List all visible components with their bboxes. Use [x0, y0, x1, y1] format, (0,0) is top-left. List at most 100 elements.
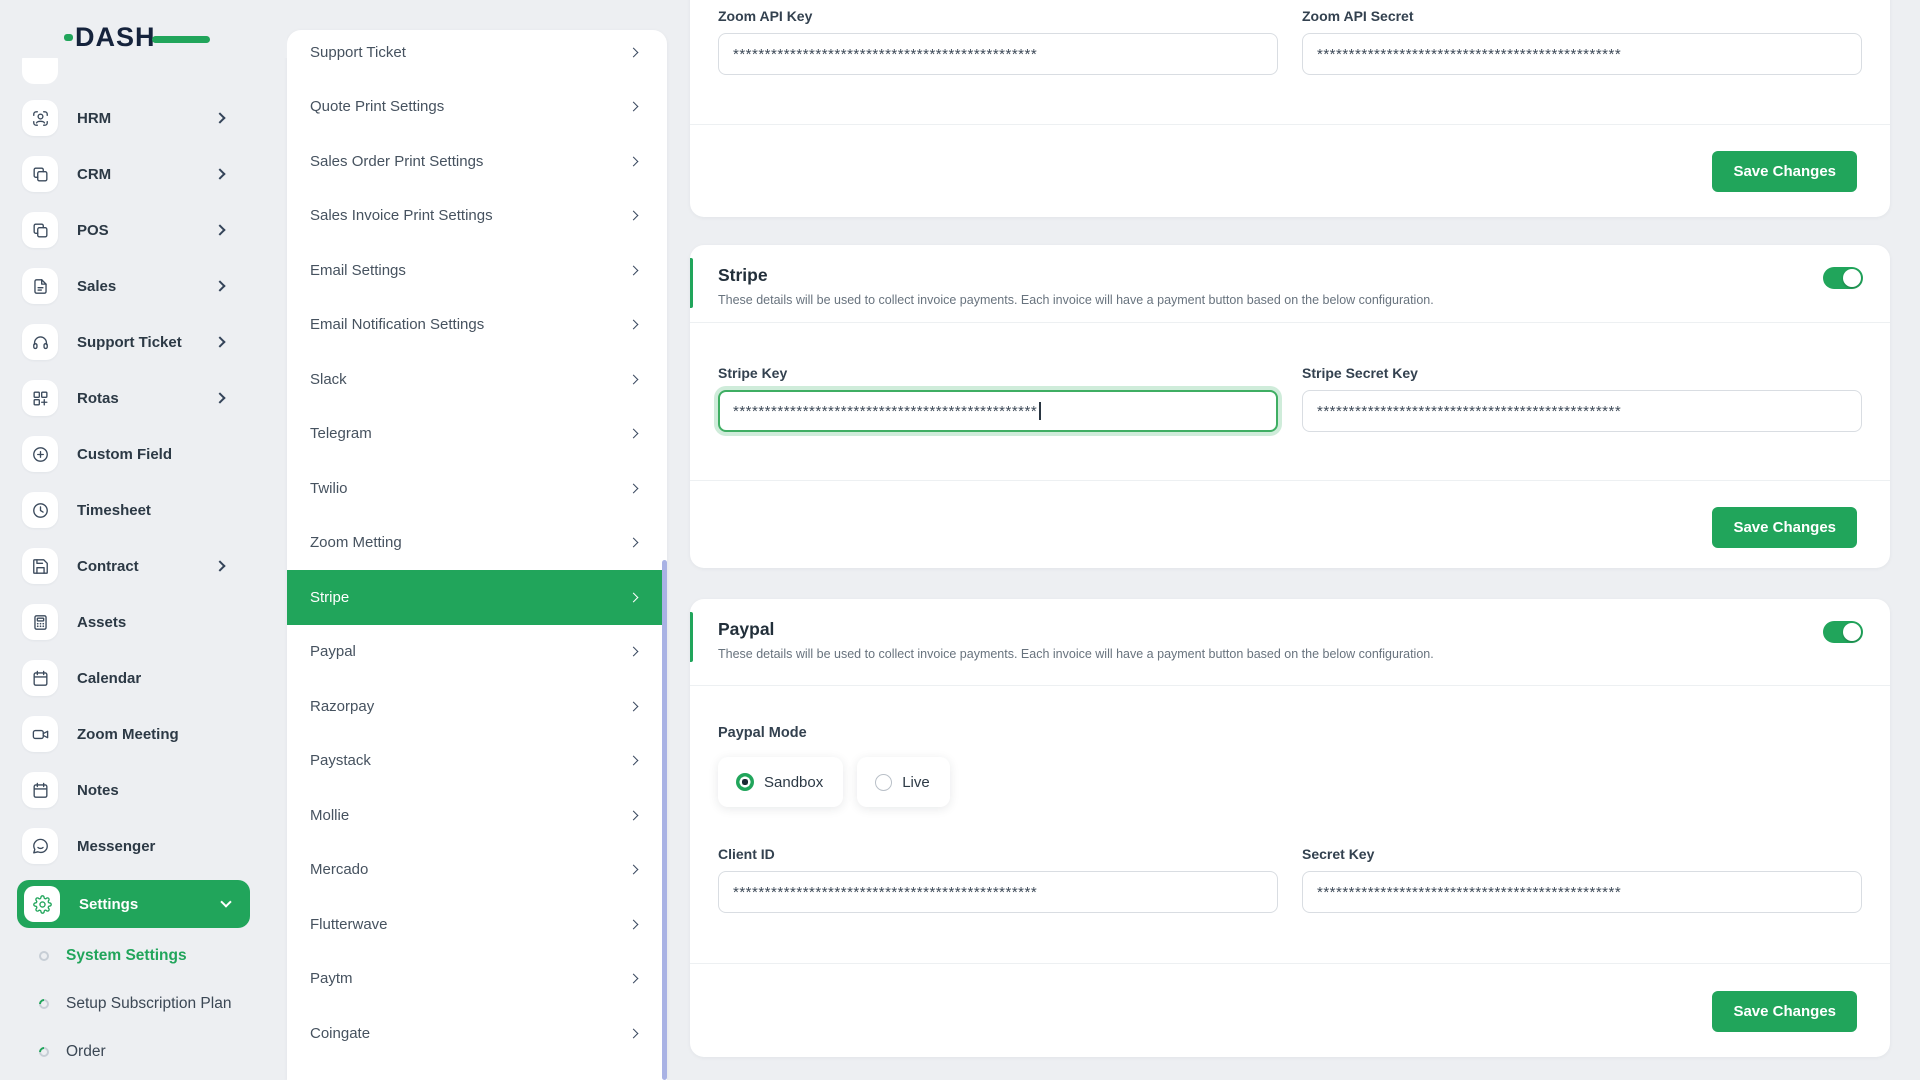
settings-menu-item-label: Sales Order Print Settings — [310, 152, 484, 170]
settings-menu-item[interactable]: Paypal — [287, 625, 667, 680]
masked-value: ****************************************… — [1317, 402, 1622, 420]
settings-menu-item[interactable]: Paytm — [287, 952, 667, 1007]
bullet-icon — [36, 1044, 52, 1060]
bullet-icon — [36, 996, 52, 1012]
zoom-api-key-input[interactable]: ****************************************… — [718, 33, 1278, 75]
settings-menu-item[interactable]: Paystack — [287, 734, 667, 789]
zoom-api-secret-label: Zoom API Secret — [1302, 8, 1414, 24]
settings-menu-item[interactable]: Coingate — [287, 1006, 667, 1061]
settings-menu-item[interactable]: Support Ticket — [287, 30, 667, 80]
settings-menu-item[interactable]: Mollie — [287, 788, 667, 843]
settings-menu-item[interactable]: Zoom Metting — [287, 516, 667, 571]
sidebar-subitem-label: System Settings — [66, 947, 187, 964]
sidebar-item[interactable]: CRM — [0, 146, 287, 202]
paypal-card-description: These details will be used to collect in… — [718, 647, 1434, 661]
client-id-input[interactable]: ****************************************… — [718, 871, 1278, 913]
menu-scrollbar-thumb[interactable] — [662, 560, 667, 1080]
chevron-right-icon — [628, 864, 639, 875]
settings-menu-item[interactable]: Email Settings — [287, 243, 667, 298]
save-changes-button[interactable]: Save Changes — [1712, 991, 1857, 1032]
save-changes-button[interactable]: Save Changes — [1712, 151, 1857, 192]
dash-logo[interactable]: DASH — [64, 22, 210, 52]
settings-menu-item[interactable]: Razorpay — [287, 679, 667, 734]
chevron-right-icon — [628, 210, 639, 221]
save-changes-button[interactable]: Save Changes — [1712, 507, 1857, 548]
sidebar-item[interactable]: Sales — [0, 258, 287, 314]
copy-icon — [22, 212, 58, 248]
settings-menu-item[interactable]: Telegram — [287, 407, 667, 462]
client-id-field-group: Client ID ******************************… — [718, 846, 1278, 913]
settings-menu-item-label: Email Settings — [310, 261, 406, 279]
paypal-mode-live-option[interactable]: Live — [857, 757, 950, 807]
sidebar-item-label: Notes — [77, 781, 119, 799]
sidebar-item[interactable]: Calendar — [0, 650, 287, 706]
settings-menu-item-label: Support Ticket — [310, 43, 406, 61]
settings-menu-item[interactable]: Twilio — [287, 461, 667, 516]
chevron-right-icon — [628, 701, 639, 712]
stripe-secret-key-input[interactable]: ****************************************… — [1302, 390, 1862, 432]
logo-text: DASH — [75, 22, 156, 52]
settings-menu-item[interactable]: Flutterwave — [287, 897, 667, 952]
sidebar-subitem[interactable]: Order — [0, 1028, 287, 1076]
chevron-right-icon — [628, 592, 639, 603]
header-accent-bar — [690, 612, 693, 662]
sidebar-subitem[interactable]: System Settings — [0, 932, 287, 980]
chevron-right-icon — [628, 646, 639, 657]
zoom-api-key-label: Zoom API Key — [718, 8, 813, 24]
settings-menu-item-label: Flutterwave — [310, 915, 388, 933]
sidebar-item[interactable]: Messenger — [0, 818, 287, 874]
settings-menu-item[interactable]: Slack — [287, 352, 667, 407]
sidebar-item[interactable]: HRM — [0, 90, 287, 146]
settings-menu-item[interactable]: Mercado — [287, 843, 667, 898]
stripe-secret-key-label: Stripe Secret Key — [1302, 365, 1418, 381]
stripe-enabled-toggle[interactable] — [1823, 267, 1863, 289]
settings-menu-item[interactable]: Email Notification Settings — [287, 298, 667, 353]
stripe-card-footer: Save Changes — [690, 480, 1890, 568]
secret-key-input[interactable]: ****************************************… — [1302, 871, 1862, 913]
paypal-fields-row: Client ID ******************************… — [718, 846, 1862, 913]
chevron-right-icon — [628, 319, 639, 330]
zoom-api-secret-input[interactable]: ****************************************… — [1302, 33, 1862, 75]
sidebar-item-settings[interactable]: Settings — [17, 880, 250, 928]
stripe-card-description: These details will be used to collect in… — [718, 293, 1434, 307]
toggle-knob — [1843, 269, 1861, 287]
settings-menu-item-label: Zoom Metting — [310, 534, 402, 552]
stripe-key-input[interactable]: ****************************************… — [718, 390, 1278, 432]
chevron-right-icon — [214, 336, 226, 348]
zoom-card-footer: Save Changes — [690, 124, 1890, 217]
settings-menu-item[interactable]: Stripe — [287, 570, 667, 625]
settings-menu-item[interactable]: Sales Order Print Settings — [287, 134, 667, 189]
settings-menu-item[interactable]: Skrill — [287, 1061, 667, 1080]
app-root: DASH HRM CRM POS Sales Support Ticket Ro… — [0, 0, 1920, 1080]
settings-menu-item[interactable]: Quote Print Settings — [287, 80, 667, 135]
chevron-right-icon — [628, 1028, 639, 1039]
chevron-right-icon — [628, 428, 639, 439]
sidebar-subitem-label: Setup Subscription Plan — [66, 995, 232, 1012]
sidebar-item-label: Messenger — [77, 837, 156, 855]
sidebar-header: DASH — [0, 0, 287, 58]
paypal-mode-sandbox-option[interactable]: Sandbox — [718, 757, 844, 807]
calendar-icon — [22, 772, 58, 808]
headset-icon — [22, 324, 58, 360]
text-cursor — [1039, 402, 1041, 420]
sidebar-item[interactable]: Rotas — [0, 370, 287, 426]
chevron-right-icon — [628, 265, 639, 276]
paypal-settings-card: Paypal These details will be used to col… — [690, 599, 1890, 1057]
sidebar-item[interactable]: Notes — [0, 762, 287, 818]
sidebar-item[interactable]: Assets — [0, 594, 287, 650]
stripe-card-title: Stripe — [718, 265, 768, 285]
settings-menu-item-label: Email Notification Settings — [310, 316, 485, 334]
sidebar-item[interactable]: Support Ticket — [0, 314, 287, 370]
client-id-label: Client ID — [718, 846, 775, 862]
chevron-down-icon — [220, 896, 232, 908]
sidebar-item[interactable]: Contract — [0, 538, 287, 594]
file-icon — [22, 268, 58, 304]
sidebar-item[interactable]: Zoom Meeting — [0, 706, 287, 762]
sidebar-item[interactable]: Timesheet — [0, 482, 287, 538]
settings-menu-item[interactable]: Sales Invoice Print Settings — [287, 189, 667, 244]
paypal-enabled-toggle[interactable] — [1823, 621, 1863, 643]
sidebar-item[interactable]: Custom Field — [0, 426, 287, 482]
sidebar-item[interactable]: POS — [0, 202, 287, 258]
sidebar-subitem[interactable]: Setup Subscription Plan — [0, 980, 287, 1028]
secret-key-label: Secret Key — [1302, 846, 1375, 862]
